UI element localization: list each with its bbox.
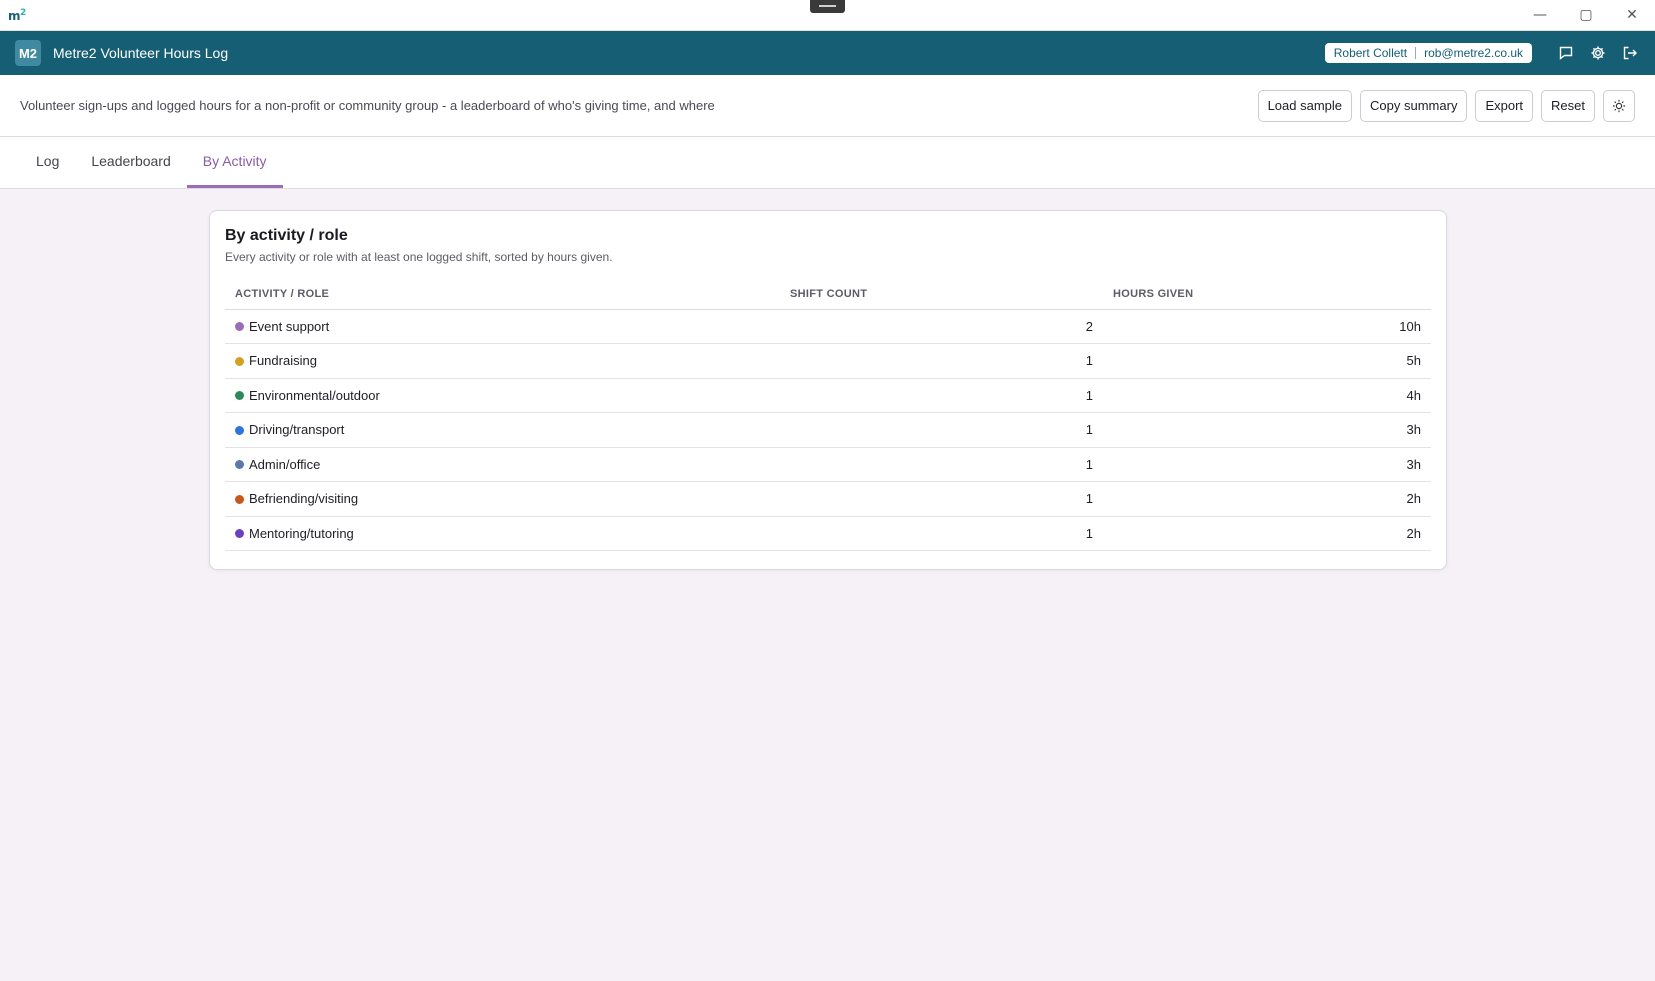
activity-color-dot bbox=[235, 356, 244, 366]
activity-cell: Befriending/visiting bbox=[225, 481, 780, 517]
column-shift-count: SHIFT COUNT bbox=[780, 280, 1103, 310]
hours-given-cell: 4h bbox=[1103, 378, 1431, 413]
user-chip-divider bbox=[1415, 47, 1417, 59]
activity-cell: Environmental/outdoor bbox=[225, 378, 780, 413]
activity-table: ACTIVITY / ROLE SHIFT COUNT HOURS GIVEN … bbox=[225, 280, 1431, 551]
activity-cell: Mentoring/tutoring bbox=[225, 516, 780, 551]
activity-name: Driving/transport bbox=[249, 422, 345, 438]
hours-given-cell: 5h bbox=[1103, 343, 1431, 379]
gear-icon[interactable] bbox=[1588, 43, 1608, 63]
app-header: M2 Metre2 Volunteer Hours Log Robert Col… bbox=[0, 31, 1655, 75]
activity-color-dot bbox=[235, 391, 244, 401]
table-row: Fundraising 1 5h bbox=[225, 343, 1431, 379]
user-email: rob@metre2.co.uk bbox=[1424, 46, 1523, 60]
theme-toggle-button[interactable] bbox=[1603, 89, 1635, 122]
shift-count-cell: 1 bbox=[780, 516, 1103, 551]
shift-count-cell: 2 bbox=[780, 309, 1103, 344]
hours-given-cell: 2h bbox=[1103, 516, 1431, 551]
shift-count-cell: 1 bbox=[780, 412, 1103, 448]
toolbar: Volunteer sign-ups and logged hours for … bbox=[0, 75, 1655, 137]
app-logo: m2 bbox=[8, 8, 26, 23]
activity-name: Fundraising bbox=[249, 353, 317, 369]
user-chip[interactable]: Robert Collett rob@metre2.co.uk bbox=[1324, 43, 1532, 63]
hours-given-cell: 2h bbox=[1103, 481, 1431, 517]
activity-color-dot bbox=[235, 425, 244, 435]
reset-button[interactable]: Reset bbox=[1541, 89, 1595, 122]
shift-count-cell: 1 bbox=[780, 447, 1103, 482]
app-badge: M2 bbox=[15, 40, 41, 66]
activity-color-dot bbox=[235, 494, 244, 504]
activity-name: Mentoring/tutoring bbox=[249, 525, 354, 541]
activity-color-dot bbox=[235, 460, 244, 470]
chat-icon[interactable] bbox=[1556, 43, 1576, 63]
close-window-button[interactable]: ✕ bbox=[1609, 0, 1655, 30]
window-titlebar: m2 — ▢ ✕ bbox=[0, 0, 1655, 31]
shift-count-cell: 1 bbox=[780, 343, 1103, 379]
table-row: Environmental/outdoor 1 4h bbox=[225, 378, 1431, 413]
panel-title: By activity / role bbox=[225, 227, 348, 244]
app-title: Metre2 Volunteer Hours Log bbox=[53, 45, 229, 61]
maximize-button[interactable]: ▢ bbox=[1563, 0, 1609, 30]
tab-log[interactable]: Log bbox=[20, 136, 75, 188]
tab-bar: Log Leaderboard By Activity bbox=[0, 137, 1655, 189]
by-activity-panel: By activity / role Every activity or rol… bbox=[209, 210, 1447, 570]
column-hours-given: HOURS GIVEN bbox=[1103, 280, 1431, 310]
table-row: Admin/office 1 3h bbox=[225, 447, 1431, 482]
app-description: Volunteer sign-ups and logged hours for … bbox=[20, 98, 715, 113]
table-row: Mentoring/tutoring 1 2h bbox=[225, 516, 1431, 551]
activity-cell: Event support bbox=[225, 309, 780, 344]
hours-given-cell: 3h bbox=[1103, 412, 1431, 448]
activity-cell: Fundraising bbox=[225, 343, 780, 379]
hours-given-cell: 10h bbox=[1103, 309, 1431, 344]
logout-icon[interactable] bbox=[1620, 43, 1640, 63]
user-name: Robert Collett bbox=[1333, 46, 1408, 60]
export-button[interactable]: Export bbox=[1475, 89, 1534, 122]
activity-cell: Driving/transport bbox=[225, 412, 780, 448]
load-sample-button[interactable]: Load sample bbox=[1257, 89, 1353, 122]
sun-icon bbox=[1612, 99, 1626, 112]
activity-color-dot bbox=[235, 322, 244, 332]
drag-handle[interactable] bbox=[810, 0, 845, 13]
activity-cell: Admin/office bbox=[225, 447, 780, 482]
table-row: Event support 2 10h bbox=[225, 309, 1431, 344]
activity-color-dot bbox=[235, 529, 244, 539]
activity-name: Environmental/outdoor bbox=[249, 387, 380, 403]
window-controls: — ▢ ✕ bbox=[1517, 0, 1655, 30]
minimize-button[interactable]: — bbox=[1517, 0, 1563, 30]
shift-count-cell: 1 bbox=[780, 481, 1103, 517]
table-row: Befriending/visiting 1 2h bbox=[225, 481, 1431, 517]
hours-given-cell: 3h bbox=[1103, 447, 1431, 482]
shift-count-cell: 1 bbox=[780, 378, 1103, 413]
app-logo-main: m bbox=[8, 8, 21, 23]
table-row: Driving/transport 1 3h bbox=[225, 412, 1431, 448]
activity-name: Admin/office bbox=[249, 456, 321, 472]
tab-by-activity[interactable]: By Activity bbox=[186, 136, 283, 188]
table-header-row: ACTIVITY / ROLE SHIFT COUNT HOURS GIVEN bbox=[225, 280, 1431, 310]
copy-summary-button[interactable]: Copy summary bbox=[1360, 89, 1468, 122]
tab-leaderboard[interactable]: Leaderboard bbox=[75, 136, 186, 188]
activity-name: Event support bbox=[249, 318, 330, 334]
column-activity: ACTIVITY / ROLE bbox=[225, 280, 780, 310]
panel-subtitle: Every activity or role with at least one… bbox=[225, 250, 613, 264]
app-logo-sup: 2 bbox=[20, 7, 26, 18]
activity-name: Befriending/visiting bbox=[249, 491, 359, 507]
